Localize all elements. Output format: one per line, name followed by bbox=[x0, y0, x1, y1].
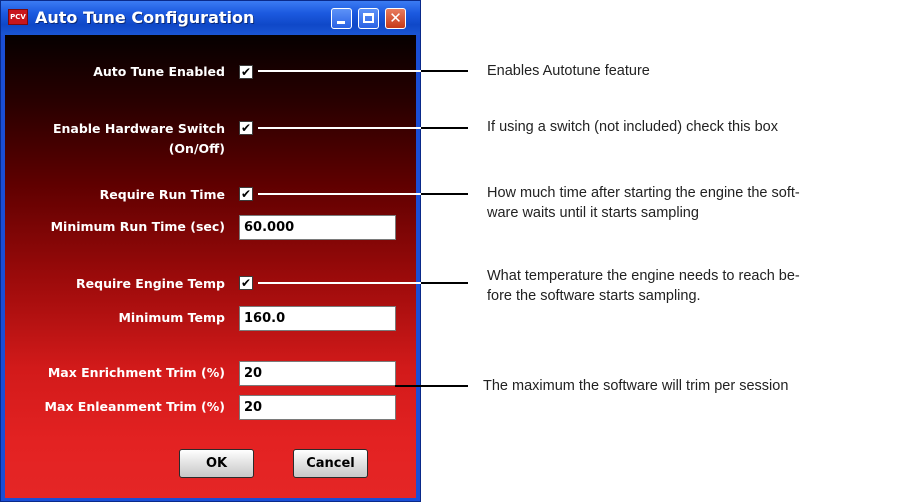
close-button[interactable]: ✕ bbox=[385, 8, 406, 29]
require-engine-temp-label: Require Engine Temp bbox=[76, 276, 225, 291]
auto-tune-enabled-label: Auto Tune Enabled bbox=[93, 64, 225, 79]
leader-line-enginetemp bbox=[421, 282, 468, 284]
minimize-button[interactable] bbox=[331, 8, 352, 29]
dialog-client-area bbox=[5, 35, 416, 498]
close-icon: ✕ bbox=[389, 9, 402, 27]
ok-button[interactable]: OK bbox=[179, 449, 254, 478]
annotation-run-time-line1: How much time after starting the engine … bbox=[487, 185, 800, 201]
leader-line-autotune-inner bbox=[258, 70, 421, 72]
enable-hardware-switch-label: Enable Hardware Switch bbox=[52, 121, 225, 136]
max-enrichment-trim-label: Max Enrichment Trim (%) bbox=[47, 365, 225, 380]
title-bar[interactable]: PCV Auto Tune Configuration ✕ bbox=[1, 1, 420, 35]
cancel-button[interactable]: Cancel bbox=[293, 449, 368, 478]
require-run-time-label: Require Run Time bbox=[99, 187, 225, 202]
leader-line-enginetemp-inner bbox=[258, 282, 421, 284]
minimum-temp-field[interactable]: 160.0 bbox=[239, 306, 396, 331]
app-icon: PCV bbox=[8, 9, 28, 25]
annotation-hardware-switch: If using a switch (not included) check t… bbox=[487, 119, 778, 135]
require-run-time-checkbox[interactable]: ✔ bbox=[239, 187, 253, 201]
minimum-run-time-field[interactable]: 60.000 bbox=[239, 215, 396, 240]
leader-line-hardware-inner bbox=[258, 127, 421, 129]
minimum-run-time-label: Minimum Run Time (sec) bbox=[50, 219, 225, 234]
leader-line-trim bbox=[395, 385, 468, 387]
maximize-button[interactable] bbox=[358, 8, 379, 29]
max-enrichment-trim-field[interactable]: 20 bbox=[239, 361, 396, 386]
leader-line-hardware bbox=[421, 127, 468, 129]
enable-hardware-switch-sublabel: (On/Off) bbox=[168, 141, 225, 156]
leader-line-runtime-inner bbox=[258, 193, 421, 195]
leader-line-runtime bbox=[421, 193, 468, 195]
maximize-icon bbox=[363, 13, 374, 23]
annotation-engine-temp-line2: fore the software starts sampling. bbox=[487, 288, 701, 304]
minimum-temp-label: Minimum Temp bbox=[118, 310, 225, 325]
max-enleanment-trim-field[interactable]: 20 bbox=[239, 395, 396, 420]
leader-line-autotune bbox=[421, 70, 468, 72]
minimize-icon bbox=[337, 21, 345, 24]
annotation-engine-temp-line1: What temperature the engine needs to rea… bbox=[487, 268, 800, 284]
require-engine-temp-checkbox[interactable]: ✔ bbox=[239, 276, 253, 290]
window-title: Auto Tune Configuration bbox=[35, 8, 255, 27]
auto-tune-enabled-checkbox[interactable]: ✔ bbox=[239, 65, 253, 79]
annotation-run-time-line2: ware waits until it starts sampling bbox=[487, 205, 699, 221]
enable-hardware-switch-checkbox[interactable]: ✔ bbox=[239, 121, 253, 135]
max-enleanment-trim-label: Max Enleanment Trim (%) bbox=[44, 399, 225, 414]
annotation-trim: The maximum the software will trim per s… bbox=[483, 378, 789, 394]
auto-tune-dialog: PCV Auto Tune Configuration ✕ Auto Tune … bbox=[0, 0, 421, 502]
annotation-autotune: Enables Autotune feature bbox=[487, 63, 650, 79]
